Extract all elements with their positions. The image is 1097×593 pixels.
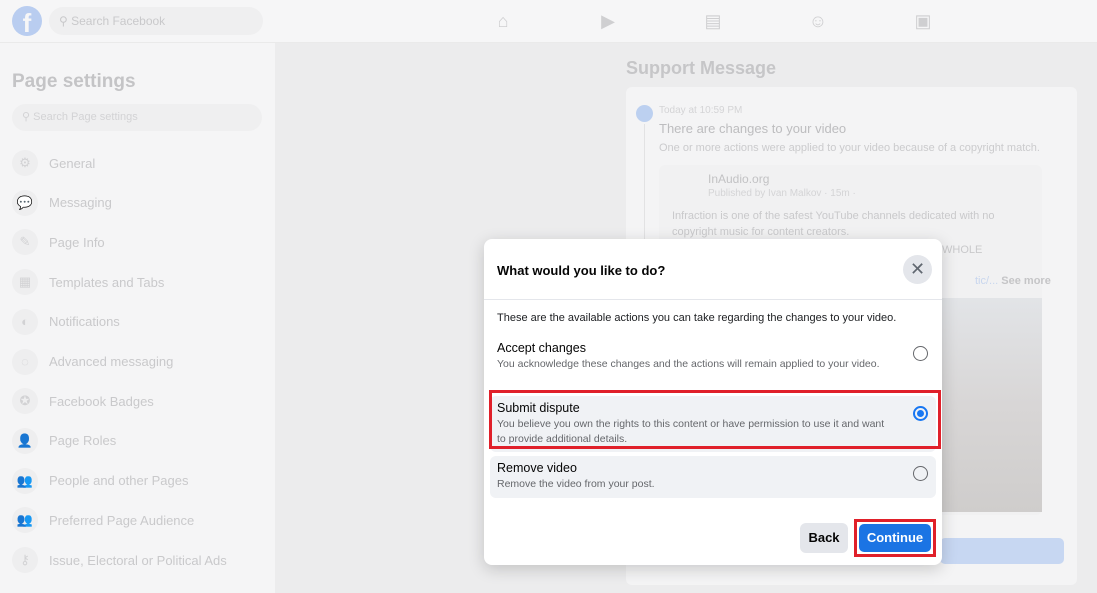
see-more-label: See more [1001, 275, 1051, 287]
sidebar-item-messaging[interactable]: 💬 Messaging [12, 187, 112, 219]
sidebar-search-input[interactable]: ⚲ Search Page settings [12, 104, 262, 131]
sidebar-item-label: General [49, 155, 96, 171]
sidebar-item-label: Facebook Badges [49, 393, 154, 409]
sidebar-item-label: Messaging [49, 195, 112, 211]
sidebar-item-page-info[interactable]: ✎ Page Info [12, 226, 105, 258]
sidebar-item-preferred-page-audience[interactable]: 👥 Preferred Page Audience [12, 504, 194, 536]
watch-icon[interactable]: ▶ [597, 11, 619, 31]
highlight-box [489, 390, 941, 449]
sidebar-item-icon: 💬 [12, 189, 38, 216]
facebook-logo[interactable]: f [12, 6, 42, 36]
background-action-button [940, 538, 1064, 564]
sidebar-title: Page settings [12, 71, 136, 92]
sidebar-item-templates-and-tabs[interactable]: ▦ Templates and Tabs [12, 266, 164, 298]
sidebar-item-label: Issue, Electoral or Political Ads [49, 552, 227, 568]
message-body: One or more actions were applied to your… [659, 142, 1040, 154]
post-text-partial: WHOLE [942, 244, 983, 256]
message-title: There are changes to your video [659, 121, 847, 136]
divider [484, 299, 942, 300]
option-title: Remove video [497, 461, 577, 475]
sidebar-item-label: Advanced messaging [49, 354, 174, 369]
sidebar-item-icon: ✎ [12, 229, 38, 256]
post-link-partial: tic/... [975, 275, 999, 287]
marketplace-icon[interactable]: ▤ [702, 11, 724, 31]
sidebar-item-label: People and other Pages [49, 473, 189, 489]
post-meta: Published by Ivan Malkov · 15m · [708, 188, 856, 199]
sidebar-item-page-roles[interactable]: 👤 Page Roles [12, 425, 116, 457]
post-text: Infraction is one of the safest YouTube … [672, 210, 995, 238]
sidebar-item-icon: ✪ [12, 388, 38, 415]
sidebar-item-icon: 👤 [12, 427, 38, 454]
sidebar-item-general[interactable]: ⚙ General [12, 147, 95, 179]
sidebar-search-placeholder: Search Page settings [33, 111, 138, 123]
radio-accept-changes[interactable] [913, 346, 928, 361]
sidebar-item-label: Page Info [49, 234, 105, 250]
option-title: Accept changes [497, 341, 586, 355]
option-desc: You acknowledge these changes and the ac… [497, 358, 880, 370]
search-input[interactable]: ⚲ Search Facebook [49, 7, 263, 35]
sidebar-item-icon: ◐ [12, 308, 38, 335]
sidebar-item-icon: ⚷ [12, 547, 38, 573]
message-time: Today at 10:59 PM [659, 105, 743, 116]
close-icon: ✕ [909, 259, 926, 279]
facebook-icon [636, 105, 653, 122]
post-page-name[interactable]: InAudio.org [708, 172, 769, 186]
sidebar-item-icon: 👥 [12, 507, 38, 534]
sidebar: Page settings ⚲ Search Page settings ⚙ Ge… [0, 43, 275, 593]
sidebar-item-notifications[interactable]: ◐ Notifications [12, 306, 120, 338]
home-icon[interactable]: ⌂ [492, 11, 514, 31]
page-title: Support Message [626, 58, 777, 78]
radio-remove-video[interactable] [913, 466, 928, 481]
continue-button[interactable]: Continue [859, 524, 931, 552]
option-remove-video[interactable]: Remove video Remove the video from your … [490, 456, 936, 498]
post-image [940, 298, 1042, 512]
sidebar-item-label: Page Roles [49, 433, 117, 449]
dialog-intro: These are the available actions you can … [497, 312, 897, 324]
action-dialog: What would you like to do? ✕ These are t… [484, 239, 942, 565]
gaming-icon[interactable]: ▣ [912, 11, 934, 31]
sidebar-item-people-and-other-pages[interactable]: 👥 People and other Pages [12, 465, 189, 497]
option-accept-changes[interactable]: Accept changes You acknowledge these cha… [490, 336, 936, 377]
top-bar: f ⚲ Search Facebook ⌂ ▶ ▤ ☺ ▣ [0, 0, 1097, 43]
sidebar-item-label: Notifications [49, 314, 120, 330]
sidebar-item-icon: ⚙ [12, 150, 38, 176]
continue-highlight: Continue [854, 519, 936, 557]
close-button[interactable]: ✕ [903, 255, 932, 284]
sidebar-item-icon: 👥 [12, 467, 38, 494]
see-more-link[interactable]: tic/... See more [975, 275, 1051, 287]
sidebar-item-label: Preferred Page Audience [49, 512, 195, 528]
option-desc: Remove the video from your post. [497, 478, 655, 490]
sidebar-item-facebook-badges[interactable]: ✪ Facebook Badges [12, 385, 154, 417]
sidebar-item-label: Templates and Tabs [49, 274, 165, 290]
groups-icon[interactable]: ☺ [807, 11, 829, 31]
dialog-title: What would you like to do? [497, 263, 666, 278]
sidebar-item-icon: ▦ [12, 269, 38, 296]
search-placeholder: Search Facebook [71, 14, 166, 28]
sidebar-item-issue-electoral-or-political-ads[interactable]: ⚷ Issue, Electoral or Political Ads [12, 544, 227, 576]
back-button[interactable]: Back [800, 523, 848, 553]
sidebar-item-icon: ◌ [12, 348, 38, 375]
sidebar-item-advanced-messaging[interactable]: ◌ Advanced messaging [12, 346, 173, 378]
